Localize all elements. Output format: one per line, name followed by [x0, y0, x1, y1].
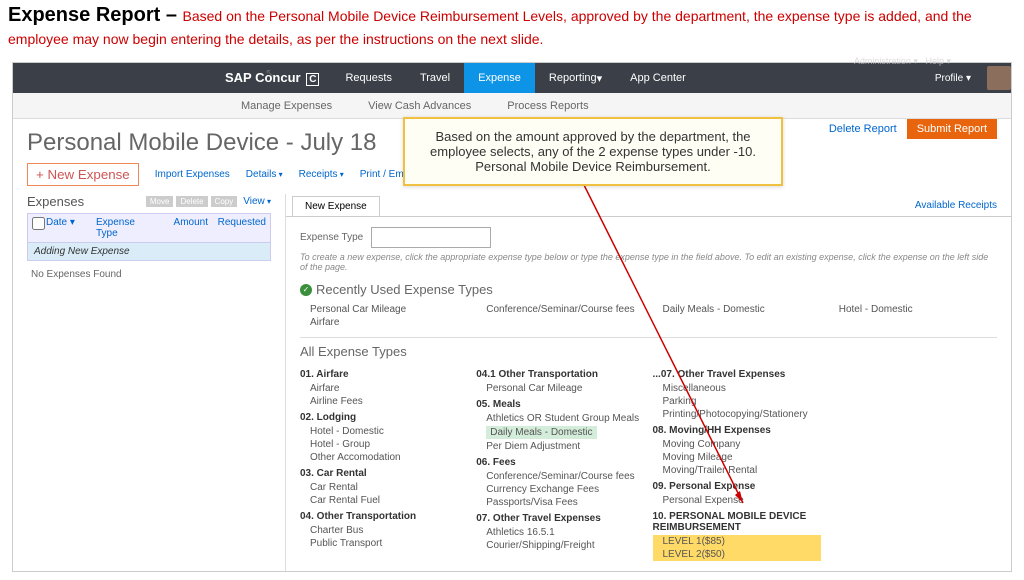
- adding-row[interactable]: Adding New Expense: [27, 243, 271, 261]
- slide-title-bold: Expense Report –: [8, 4, 183, 26]
- left-panel: Expenses Move Delete Copy View Date ▾ Ex…: [13, 194, 285, 571]
- category-label: 03. Car Rental: [300, 468, 468, 479]
- submit-report-button[interactable]: Submit Report: [907, 119, 997, 139]
- main-split: Expenses Move Delete Copy View Date ▾ Ex…: [13, 194, 1011, 571]
- mini-buttons: Move Delete Copy: [146, 196, 237, 207]
- right-actions: Delete Report Submit Report: [829, 119, 997, 139]
- nav-requests[interactable]: Requests: [331, 63, 405, 93]
- expense-type-item[interactable]: Athletics 16.5.1: [476, 526, 644, 539]
- expense-type-item[interactable]: Charter Bus: [300, 524, 468, 537]
- recent-item[interactable]: Personal Car Mileage: [300, 303, 468, 316]
- delete-button[interactable]: Delete: [176, 196, 207, 207]
- expense-type-input[interactable]: [371, 227, 491, 248]
- category-label: 04. Other Transportation: [300, 511, 468, 522]
- move-button[interactable]: Move: [146, 196, 174, 207]
- expense-type-item[interactable]: Hotel - Domestic: [300, 425, 468, 438]
- receipts-link[interactable]: Receipts: [299, 169, 344, 180]
- view-link[interactable]: View: [243, 196, 271, 207]
- cursor-icon: ↖: [265, 66, 275, 80]
- recent-heading: Recently Used Expense Types: [316, 282, 493, 297]
- expense-type-item[interactable]: Hotel - Group: [300, 438, 468, 451]
- expense-type-item[interactable]: Airfare: [300, 382, 468, 395]
- help-link[interactable]: Help ▾: [925, 56, 951, 66]
- delete-report-link[interactable]: Delete Report: [829, 123, 897, 135]
- expense-type-item[interactable]: Courier/Shipping/Freight: [476, 539, 644, 552]
- nav-travel[interactable]: Travel: [406, 63, 464, 93]
- expense-type-item[interactable]: Car Rental: [300, 481, 468, 494]
- expense-table-header: Date ▾ Expense Type Amount Requested: [27, 213, 271, 243]
- recent-item[interactable]: Airfare: [300, 316, 468, 329]
- col-date[interactable]: Date ▾: [42, 214, 92, 242]
- expense-type-item[interactable]: Public Transport: [300, 537, 468, 550]
- col-type[interactable]: Expense Type: [92, 214, 162, 242]
- nav-appcenter[interactable]: App Center: [616, 63, 700, 93]
- top-nav: SAP Concur C Requests Travel Expense Rep…: [13, 63, 1011, 93]
- callout-arrow: [583, 183, 585, 503]
- admin-help-bar: Administration ▾ Help ▾: [854, 56, 951, 67]
- logo-icon: C: [306, 73, 319, 86]
- new-expense-button[interactable]: + New Expense: [27, 163, 139, 186]
- callout-box: Based on the amount approved by the depa…: [403, 117, 783, 186]
- category-label: 02. Lodging: [300, 412, 468, 423]
- expense-type-item-level2[interactable]: LEVEL 2($50): [653, 548, 821, 561]
- expenses-label: Expenses: [27, 194, 84, 209]
- slide-title: Expense Report – Based on the Personal M…: [0, 0, 1024, 54]
- details-link[interactable]: Details: [246, 169, 283, 180]
- admin-link[interactable]: Administration ▾: [854, 56, 918, 66]
- expense-type-item-level1[interactable]: LEVEL 1($85): [653, 535, 821, 548]
- sub-nav: ↖ Manage Expenses View Cash Advances Pro…: [13, 93, 1011, 119]
- app-window: Administration ▾ Help ▾ SAP Concur C Req…: [12, 62, 1012, 572]
- import-link[interactable]: Import Expenses: [155, 169, 230, 180]
- avatar[interactable]: [987, 66, 1011, 90]
- expense-type-item[interactable]: Other Accomodation: [300, 451, 468, 464]
- subnav-cash[interactable]: View Cash Advances: [350, 100, 489, 112]
- col-amount[interactable]: Amount: [162, 214, 212, 242]
- no-expenses-msg: No Expenses Found: [27, 261, 271, 288]
- chevron-down-icon: ▾: [597, 72, 603, 85]
- subnav-process[interactable]: Process Reports: [489, 100, 606, 112]
- nav-reporting[interactable]: Reporting ▾: [535, 63, 616, 93]
- profile-menu[interactable]: Profile ▾: [925, 73, 981, 84]
- expense-type-item[interactable]: Car Rental Fuel: [300, 494, 468, 507]
- col-requested[interactable]: Requested: [212, 214, 270, 242]
- available-receipts-link[interactable]: Available Receipts: [915, 200, 997, 211]
- expense-type-item[interactable]: Airline Fees: [300, 395, 468, 408]
- nav-expense[interactable]: Expense: [464, 63, 535, 93]
- subnav-manage[interactable]: Manage Expenses: [223, 100, 350, 112]
- category-label: 01. Airfare: [300, 369, 468, 380]
- copy-button[interactable]: Copy: [211, 196, 238, 207]
- check-icon: ✓: [300, 284, 312, 296]
- tab-new-expense[interactable]: New Expense: [292, 196, 380, 216]
- expense-type-label: Expense Type: [300, 232, 363, 243]
- recent-item[interactable]: Hotel - Domestic: [829, 303, 997, 316]
